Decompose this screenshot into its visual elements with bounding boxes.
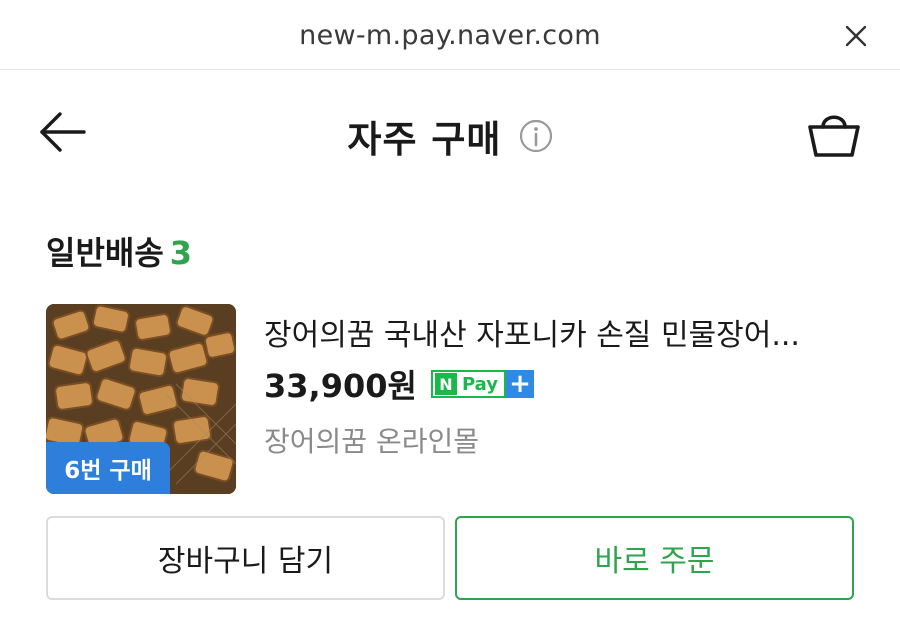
title-group: 자주 구매 (0, 109, 900, 161)
product-price: 33,900원 (264, 367, 417, 405)
page-header: 자주 구매 (0, 71, 900, 199)
url-text[interactable]: new-m.pay.naver.com (0, 20, 900, 51)
info-circle-icon[interactable] (519, 119, 553, 153)
store-name[interactable]: 장어의꿈 온라인몰 (264, 420, 479, 460)
npay-plus-badge: N Pay + (430, 370, 534, 398)
section-label: 일반배송 (46, 234, 164, 272)
add-to-cart-button[interactable]: 장바구니 담기 (46, 516, 445, 600)
product-card: 6번 구매 장어의꿈 국내산 자포니카 손질 민물장어... 33,900원 N… (46, 304, 856, 496)
naver-n-icon: N (434, 373, 457, 395)
browser-url-bar: new-m.pay.naver.com (0, 0, 900, 70)
npay-logo: N Pay (430, 370, 506, 398)
plus-icon: + (505, 370, 534, 398)
section-count: 3 (169, 234, 193, 272)
section-heading: 일반배송 3 (46, 228, 192, 274)
page-title: 자주 구매 (347, 118, 502, 161)
product-image[interactable]: 6번 구매 (46, 304, 236, 494)
purchase-count-badge: 6번 구매 (46, 442, 170, 494)
close-icon[interactable] (842, 22, 870, 50)
shopping-bag-icon[interactable] (806, 107, 862, 159)
buy-now-button[interactable]: 바로 주문 (455, 516, 854, 600)
npay-label: Pay (461, 373, 498, 395)
price-row: 33,900원 N Pay + (264, 364, 534, 405)
product-name[interactable]: 장어의꿈 국내산 자포니카 손질 민물장어... (264, 310, 856, 354)
